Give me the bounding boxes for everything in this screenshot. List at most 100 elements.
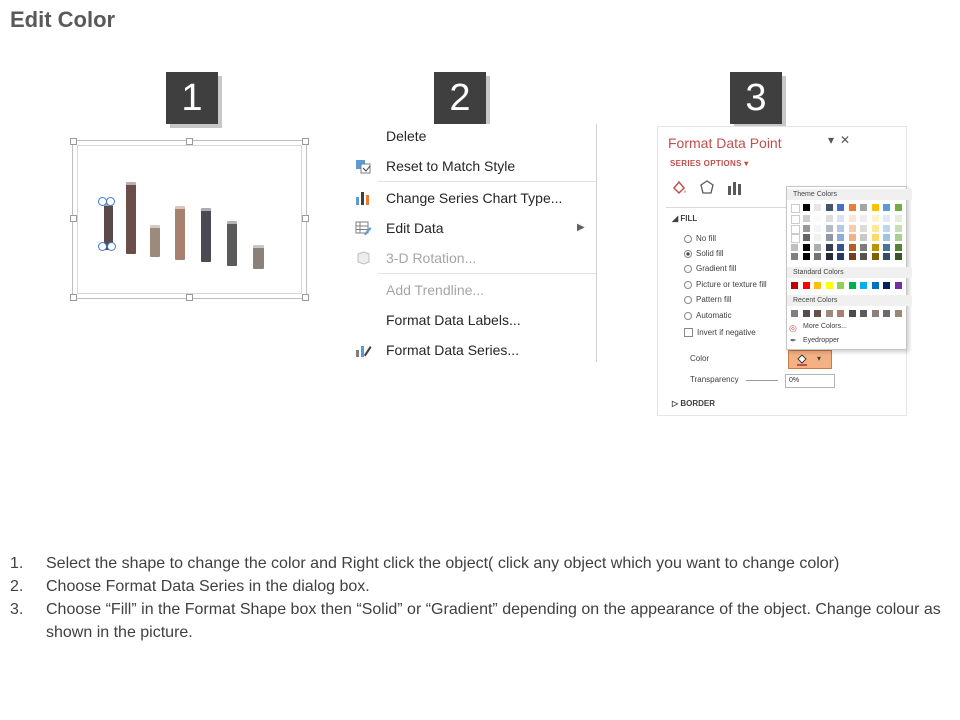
color-swatch[interactable] [848,282,856,289]
effects-tab-icon[interactable] [698,179,716,197]
chart-bar[interactable] [227,221,237,266]
color-swatch[interactable] [883,234,890,241]
color-swatch[interactable] [871,204,879,211]
series-options-tab-icon[interactable] [726,179,744,197]
color-swatch[interactable] [837,310,844,317]
color-swatch[interactable] [871,282,879,289]
color-swatch[interactable] [883,224,890,232]
fill-color-button[interactable]: ▾ [788,350,832,369]
color-swatch[interactable] [871,253,879,260]
resize-handle-l[interactable] [70,215,77,222]
color-swatch[interactable] [837,224,844,232]
color-swatch[interactable] [825,224,833,232]
color-swatch[interactable] [825,215,833,222]
color-swatch[interactable] [860,282,867,289]
color-swatch[interactable] [791,310,798,317]
color-swatch[interactable] [894,224,902,232]
menu-item-delete[interactable]: Delete [386,128,426,144]
color-swatch[interactable] [883,204,890,211]
radio-button[interactable] [684,295,692,304]
color-swatch[interactable] [837,282,844,289]
menu-item-change-chart-type[interactable]: Change Series Chart Type... [386,190,562,206]
color-swatch[interactable] [848,204,856,211]
color-swatch[interactable] [837,234,844,241]
radio-button[interactable] [684,280,692,289]
chart-object[interactable] [70,138,309,301]
transparency-slider[interactable] [746,380,778,381]
chart-bar[interactable] [126,182,136,254]
resize-handle-bl[interactable] [70,294,77,301]
color-swatch[interactable] [848,224,856,232]
color-swatch[interactable] [848,234,856,241]
color-swatch[interactable] [860,224,867,232]
series-options-dropdown[interactable]: SERIES OPTIONS ▾ [670,159,749,168]
fill-option-automatic[interactable]: Automatic [684,311,732,320]
color-swatch[interactable] [814,243,821,251]
close-icon[interactable]: ✕ [840,133,850,147]
menu-item-format-data-series[interactable]: Format Data Series... [386,342,519,358]
resize-handle-t[interactable] [186,138,193,145]
checkbox[interactable] [684,328,693,338]
color-swatch[interactable] [883,253,890,260]
color-swatch[interactable] [791,282,798,289]
color-swatch[interactable] [860,204,867,211]
fill-option-solid-fill[interactable]: Solid fill [684,249,724,258]
color-swatch[interactable] [825,253,833,260]
color-swatch[interactable] [860,243,867,251]
color-swatch[interactable] [802,282,810,289]
pane-options-icon[interactable]: ▾ [828,133,834,147]
more-colors-link[interactable]: More Colors... [803,323,847,330]
color-swatch[interactable] [837,215,844,222]
menu-item-edit-data[interactable]: Edit Data [386,220,444,236]
color-swatch[interactable] [871,234,879,241]
color-swatch[interactable] [848,215,856,222]
color-swatch[interactable] [791,215,800,224]
color-swatch[interactable] [860,253,867,260]
chart-bar[interactable] [175,206,185,260]
resize-handle-r[interactable] [302,215,309,222]
color-swatch[interactable] [814,253,821,260]
color-swatch[interactable] [883,282,890,289]
color-swatch[interactable] [883,215,890,222]
color-swatch[interactable] [894,253,902,260]
color-swatch[interactable] [837,204,844,211]
color-swatch[interactable] [791,243,798,251]
color-swatch[interactable] [791,234,800,243]
resize-handle-b[interactable] [186,294,193,301]
invert-if-negative[interactable]: Invert if negative [684,328,756,338]
color-swatch[interactable] [883,310,890,317]
menu-item-reset-style[interactable]: Reset to Match Style [386,158,515,174]
eyedropper-link[interactable]: Eyedropper [803,337,839,344]
transparency-input[interactable]: 0% [785,374,835,388]
color-swatch[interactable] [825,282,833,289]
fill-section-header[interactable]: ◢ FILL [672,214,697,223]
color-swatch[interactable] [894,282,902,289]
color-swatch[interactable] [814,234,821,241]
fill-line-tab-icon[interactable] [670,179,688,197]
color-swatch[interactable] [802,224,810,232]
color-swatch[interactable] [894,243,902,251]
resize-handle-tl[interactable] [70,138,77,145]
color-swatch[interactable] [837,253,844,260]
color-swatch[interactable] [802,234,810,241]
color-swatch[interactable] [871,224,879,232]
color-swatch[interactable] [848,243,856,251]
color-swatch[interactable] [894,204,902,211]
color-swatch[interactable] [791,204,800,213]
radio-button[interactable] [684,234,692,243]
color-swatch[interactable] [802,310,810,317]
resize-handle-br[interactable] [302,294,309,301]
fill-option-picture-fill[interactable]: Picture or texture fill [684,280,767,289]
color-swatch[interactable] [894,234,902,241]
color-swatch[interactable] [871,243,879,251]
color-swatch[interactable] [814,282,821,289]
color-swatch[interactable] [860,310,867,317]
fill-option-pattern-fill[interactable]: Pattern fill [684,295,732,304]
color-swatch[interactable] [802,204,810,211]
radio-button[interactable] [684,249,692,258]
color-swatch[interactable] [883,243,890,251]
color-swatch[interactable] [802,215,810,222]
color-swatch[interactable] [814,215,821,222]
chart-bar[interactable] [150,225,160,257]
menu-item-format-data-labels[interactable]: Format Data Labels... [386,312,521,328]
